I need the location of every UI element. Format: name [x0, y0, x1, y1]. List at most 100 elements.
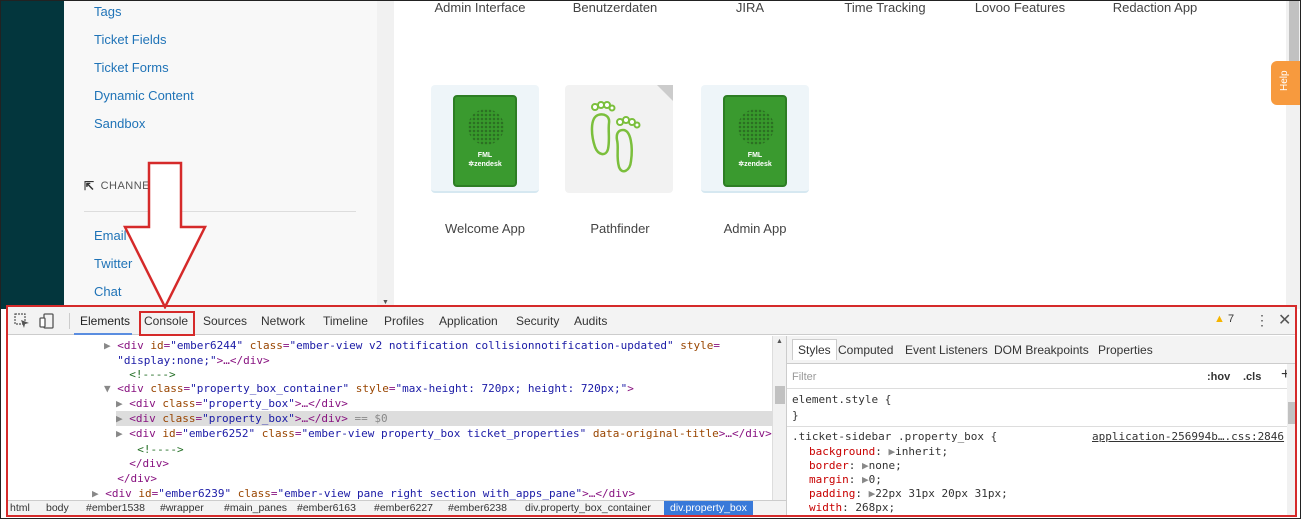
tag-name: <div [129, 397, 163, 410]
breadcrumb-item[interactable]: #wrapper [160, 502, 204, 514]
tag-close: </div> [117, 472, 157, 485]
tab-elements[interactable]: Elements [80, 314, 130, 328]
attr-name: class [150, 382, 184, 395]
speaker-grill [468, 109, 504, 145]
expand-toggle-icon [104, 354, 117, 367]
breadcrumb-item[interactable]: div.property_box [664, 501, 753, 515]
app-name[interactable]: Time Tracking [844, 1, 925, 15]
breadcrumb-item[interactable]: body [46, 502, 69, 514]
page-scrollbar[interactable] [1286, 1, 1300, 309]
nav-link-dynamic-content[interactable]: Dynamic Content [94, 88, 194, 103]
attr-value: "property_box_container" [190, 382, 350, 395]
breadcrumb-item[interactable]: #ember6238 [448, 502, 507, 514]
tab-computed[interactable]: Computed [838, 343, 893, 357]
tab-console[interactable]: Console [144, 314, 188, 328]
hover-state-toggle[interactable]: :hov [1207, 371, 1230, 383]
app-tile-admin[interactable]: FML ✲zendesk [701, 85, 809, 193]
breadcrumb: html body #ember1538 #wrapper #main_panes #em… [8, 500, 786, 515]
dom-node-line[interactable]: "display:none;">…</div> [104, 353, 772, 368]
nav-link-ticket-forms[interactable]: Ticket Forms [94, 60, 169, 75]
tag-close: > [627, 382, 634, 395]
breadcrumb-item[interactable]: #ember6227 [374, 502, 433, 514]
external-link-icon: ⇱ [84, 179, 95, 193]
help-button[interactable]: Help [1271, 61, 1300, 105]
dom-node-line[interactable]: </div> [104, 471, 772, 486]
dom-node-line[interactable]: ▶ <div id="ember6252" class="ember-view … [116, 426, 772, 441]
css-declaration[interactable]: border: ▶none; [809, 459, 902, 473]
app-name-admin[interactable]: Admin App [724, 221, 787, 236]
dom-node-line[interactable]: ▶ <div class="property_box">…</div> == $… [116, 411, 772, 426]
tab-sources[interactable]: Sources [203, 314, 247, 328]
scroll-thumb[interactable] [1289, 1, 1299, 61]
tab-network[interactable]: Network [261, 314, 305, 328]
nav-link-tags[interactable]: Tags [94, 4, 121, 19]
devtools-tabbar: Elements Console Sources Network Timelin… [8, 307, 1295, 335]
app-name[interactable]: Admin Interface [434, 1, 525, 15]
expand-toggle-icon: ▶ [116, 412, 130, 425]
class-toggle[interactable]: .cls [1243, 371, 1261, 383]
dom-node-line[interactable]: ▶ <div id="ember6239" class="ember-view … [92, 486, 772, 500]
dom-node-line[interactable]: </div> [116, 456, 772, 471]
close-icon[interactable]: ✕ [1278, 310, 1291, 330]
app-tile-pathfinder[interactable] [565, 85, 673, 193]
scroll-thumb[interactable] [775, 386, 785, 404]
app-name[interactable]: JIRA [736, 1, 764, 15]
more-options-icon[interactable]: ⋮ [1255, 312, 1269, 329]
settings-corner-icon[interactable] [657, 85, 673, 101]
css-declaration[interactable]: margin: ▶0; [809, 473, 882, 487]
breadcrumb-item[interactable]: #main_panes [224, 502, 287, 514]
dom-node-line[interactable]: <!----> [124, 442, 772, 457]
element-style-selector[interactable]: element.style { [792, 393, 891, 407]
rule-source-link[interactable]: application-256994b….css:2846 [1092, 430, 1284, 444]
warnings-counter[interactable]: ▲ 7 [1214, 313, 1234, 325]
attr-name: style [680, 339, 714, 352]
styles-filter-input[interactable]: Filter [792, 371, 816, 383]
css-declaration[interactable]: background: ▶inherit; [809, 445, 948, 459]
colon: : [855, 487, 869, 500]
styles-scrollbar[interactable] [1287, 364, 1296, 515]
app-name[interactable]: Lovoo Features [975, 1, 1065, 15]
app-tile-welcome[interactable]: FML ✲zendesk [431, 85, 539, 193]
device-toolbar-icon[interactable] [39, 313, 55, 329]
expand-toggle-icon [116, 368, 129, 381]
breadcrumb-item[interactable]: #ember1538 [86, 502, 145, 514]
nav-link-chat[interactable]: Chat [94, 284, 121, 299]
tab-properties[interactable]: Properties [1098, 343, 1153, 357]
app-name-welcome[interactable]: Welcome App [445, 221, 525, 236]
app-name[interactable]: Redaction App [1113, 1, 1198, 15]
expand-toggle-icon: ▶ [116, 397, 130, 410]
dom-tree[interactable]: ▶ <div id="ember6244" class="ember-view … [8, 336, 772, 500]
breadcrumb-item[interactable]: html [10, 502, 30, 514]
css-declaration[interactable]: padding: ▶22px 31px 20px 31px; [809, 487, 1008, 501]
scroll-thumb[interactable] [1288, 402, 1295, 424]
dom-tree-scrollbar[interactable]: ▲ [772, 336, 786, 500]
dom-node-line[interactable]: <!----> [116, 367, 772, 382]
inspect-element-icon[interactable] [14, 313, 30, 329]
rule-selector[interactable]: .ticket-sidebar .property_box { [792, 430, 997, 444]
nav-link-sandbox[interactable]: Sandbox [94, 116, 145, 131]
attr-name: style [355, 382, 389, 395]
tab-event-listeners[interactable]: Event Listeners [905, 343, 988, 357]
dom-node-line[interactable]: ▶ <div class="property_box">…</div> [116, 396, 772, 411]
tab-application[interactable]: Application [439, 314, 498, 328]
dom-node-line[interactable]: ▼ <div class="property_box_container" st… [104, 381, 772, 396]
tab-styles[interactable]: Styles [792, 339, 837, 360]
breadcrumb-item[interactable]: #ember6163 [297, 502, 356, 514]
down-arrow-annotation [122, 161, 208, 309]
tab-profiles[interactable]: Profiles [384, 314, 424, 328]
nav-link-ticket-fields[interactable]: Ticket Fields [94, 32, 166, 47]
tab-dom-breakpoints[interactable]: DOM Breakpoints [994, 343, 1089, 357]
tab-timeline[interactable]: Timeline [323, 314, 368, 328]
breadcrumb-item[interactable]: div.property_box_container [525, 502, 651, 514]
dom-node-line[interactable]: ▶ <div id="ember6244" class="ember-view … [104, 338, 772, 353]
tab-audits[interactable]: Audits [574, 314, 607, 328]
app-name-pathfinder[interactable]: Pathfinder [590, 221, 649, 236]
sidebar-scrollbar[interactable]: ▼ [377, 1, 394, 309]
css-declaration[interactable]: width: 268px; [809, 501, 895, 515]
app-name[interactable]: Benutzerdaten [573, 1, 658, 15]
expand-toggle-icon: ▶ [92, 487, 106, 500]
tab-security[interactable]: Security [516, 314, 559, 328]
